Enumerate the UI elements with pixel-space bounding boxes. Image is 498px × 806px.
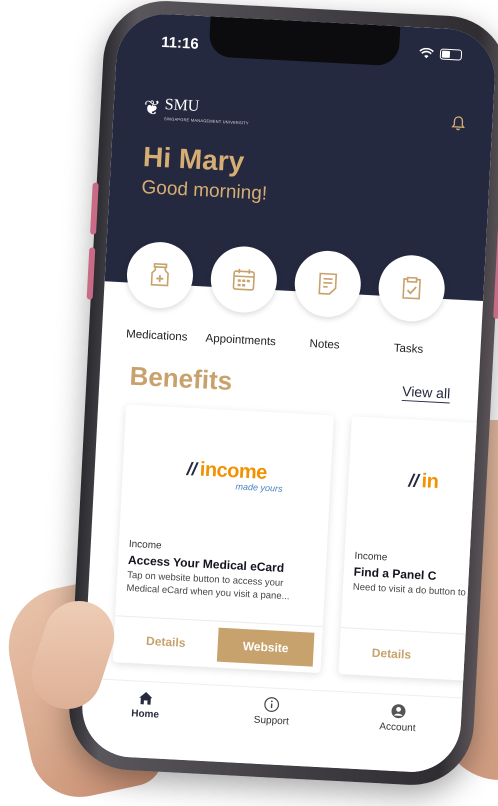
tab-label: Account	[379, 721, 416, 735]
tab-label: Support	[253, 714, 290, 728]
website-button[interactable]: Website	[216, 627, 315, 667]
shortcut-label: Tasks	[393, 342, 424, 356]
shortcut-medications[interactable]: Medications	[124, 240, 195, 344]
home-icon	[139, 691, 153, 705]
volume-up-button	[90, 182, 99, 235]
income-logo: //income made yours	[122, 454, 331, 496]
greeting-name: Hi Mary	[142, 141, 246, 178]
shortcut-circle[interactable]	[209, 244, 279, 315]
card-actions: Details Website	[112, 615, 323, 674]
smu-crest-icon: ❦	[143, 96, 162, 120]
income-mark-icon: //	[186, 458, 198, 480]
card-body: Income Find a Panel C Need to visit a do…	[353, 551, 498, 604]
bell-icon[interactable]	[450, 115, 467, 132]
note-icon	[318, 272, 338, 295]
shortcut-row: Medications Appointments Notes Tasks	[124, 240, 447, 357]
tab-support[interactable]: Support	[224, 694, 317, 767]
app-screen: 11:16 ❦ SMU SINGAPORE MANAGEMENT UNIVERS…	[79, 11, 498, 775]
phone-frame: 11:16 ❦ SMU SINGAPORE MANAGEMENT UNIVERS…	[66, 0, 498, 789]
shortcut-circle[interactable]	[293, 249, 363, 319]
shortcut-notes[interactable]: Notes	[291, 249, 363, 352]
info-icon	[264, 697, 280, 712]
wifi-icon	[419, 47, 434, 59]
details-button[interactable]: Details	[339, 644, 444, 663]
shortcut-tasks[interactable]: Tasks	[375, 253, 447, 357]
medicine-bottle-icon	[150, 262, 169, 287]
card-description: Need to visit a do button to locate a	[352, 581, 498, 601]
card-actions: Details	[338, 627, 498, 685]
benefit-card[interactable]: //income made yours Income Access Your M…	[112, 404, 334, 674]
tab-account[interactable]: Account	[350, 701, 443, 774]
income-logo-text: income	[199, 458, 268, 484]
benefits-title: Benefits	[128, 360, 233, 397]
benefit-card[interactable]: //in Income Find a Panel C Need to visit…	[338, 416, 498, 685]
user-icon	[391, 704, 406, 719]
shortcut-circle[interactable]	[376, 253, 447, 323]
status-icons	[419, 47, 463, 61]
logo-text: SMU	[164, 96, 200, 115]
tab-home[interactable]: Home	[98, 688, 191, 761]
calendar-icon	[232, 268, 255, 291]
battery-icon	[439, 48, 463, 61]
volume-down-button	[86, 247, 96, 300]
power-button	[493, 228, 498, 319]
clipboard-check-icon	[402, 276, 421, 300]
card-body: Income Access Your Medical eCard Tap on …	[126, 539, 319, 605]
income-logo: //in	[408, 469, 497, 503]
income-mark-icon: //	[408, 470, 420, 491]
income-logo-text: in	[421, 470, 439, 493]
tab-label: Home	[130, 708, 160, 721]
details-button[interactable]: Details	[114, 632, 219, 651]
shortcut-appointments[interactable]: Appointments	[205, 244, 279, 349]
shortcut-circle[interactable]	[125, 240, 195, 310]
shortcut-label: Notes	[309, 338, 340, 352]
view-all-link[interactable]: View all	[402, 383, 451, 401]
shortcut-label: Medications	[125, 328, 188, 344]
bottom-tab-bar: Home Support Account	[79, 677, 463, 775]
shortcut-label: Appointments	[205, 332, 277, 349]
status-time: 11:16	[160, 33, 200, 53]
